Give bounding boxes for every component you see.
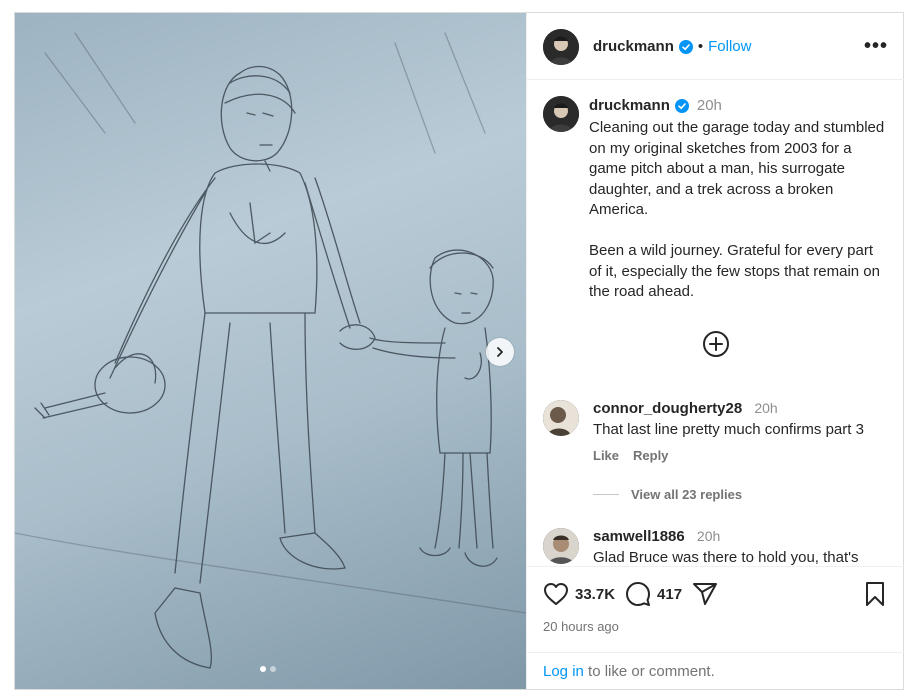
caption-time: 20h: [696, 97, 722, 114]
verified-badge-icon: [678, 39, 693, 54]
pencil-sketch-image: [15, 32, 526, 669]
comment-text: That last line pretty much confirms part…: [593, 421, 864, 438]
caption-header: druckmann 20h: [589, 97, 722, 114]
share-send-icon[interactable]: [692, 582, 718, 606]
commenter-username[interactable]: connor_dougherty28: [593, 400, 742, 417]
post-sidebar: druckmann • Follow ••• druckmann 20h Cle…: [526, 13, 904, 689]
avatar-photo-icon: [543, 400, 579, 436]
post-header: druckmann • Follow •••: [527, 13, 904, 80]
author-name-row: druckmann • Follow: [593, 38, 751, 55]
comment-time: 20h: [696, 528, 721, 544]
comment-actions: Like Reply: [593, 448, 668, 463]
login-link[interactable]: Log in: [543, 663, 584, 680]
comment-text: Glad Bruce was there to hold you, that's: [593, 549, 859, 566]
post-actions-bar: 33.7K 417 20 hours ago Log in to like or…: [527, 566, 904, 687]
next-image-button[interactable]: [486, 338, 514, 366]
carousel-indicator: [260, 666, 276, 672]
login-prompt-text: Log in to like or comment.: [543, 663, 715, 680]
engagement-row: 33.7K 417: [543, 581, 718, 607]
view-replies-button[interactable]: View all 23 replies: [593, 487, 742, 502]
replies-divider: [593, 494, 619, 495]
avatar-photo-icon: [543, 96, 579, 132]
avatar-photo-icon: [543, 29, 579, 65]
like-count: 33.7K: [575, 585, 616, 603]
commenter-avatar[interactable]: [543, 400, 579, 436]
login-prompt: Log in to like or comment.: [527, 652, 904, 689]
comment-time: 20h: [754, 400, 778, 416]
view-replies-label: View all 23 replies: [631, 487, 743, 502]
chevron-right-icon: [497, 347, 503, 357]
load-more-comments-icon[interactable]: [702, 330, 730, 358]
caption-text: Cleaning out the garage today and stumbl…: [589, 119, 885, 300]
comment-header: connor_dougherty28 20h: [593, 400, 778, 417]
like-heart-icon[interactable]: [543, 582, 569, 606]
post-timestamp: 20 hours ago: [543, 619, 619, 634]
caption-avatar[interactable]: [543, 96, 579, 132]
carousel-dot-2: [270, 666, 276, 672]
carousel-dot-1: [260, 666, 266, 672]
login-prompt-rest: to like or comment.: [583, 663, 715, 680]
separator-dot: •: [697, 38, 704, 55]
post-dialog: druckmann • Follow ••• druckmann 20h Cle…: [14, 12, 904, 690]
comment-bubble-icon[interactable]: [625, 581, 651, 607]
caption-username[interactable]: druckmann: [589, 97, 670, 114]
commenter-avatar[interactable]: [543, 528, 579, 564]
author-avatar[interactable]: [543, 29, 579, 65]
comment-count: 417: [657, 585, 683, 603]
comment-reply-button[interactable]: Reply: [633, 448, 668, 463]
comment-like-button[interactable]: Like: [593, 448, 619, 463]
follow-button[interactable]: Follow: [708, 38, 751, 55]
comments-scroll-area[interactable]: druckmann 20h Cleaning out the garage to…: [527, 80, 904, 566]
bookmark-icon[interactable]: [864, 581, 886, 607]
comment-header: samwell1886 20h: [593, 528, 720, 545]
post-image[interactable]: [15, 13, 526, 689]
avatar-photo-icon: [543, 528, 579, 564]
author-username[interactable]: druckmann: [593, 38, 674, 55]
verified-badge-icon: [674, 98, 689, 113]
commenter-username[interactable]: samwell1886: [593, 528, 685, 545]
more-options-icon[interactable]: •••: [864, 35, 888, 58]
